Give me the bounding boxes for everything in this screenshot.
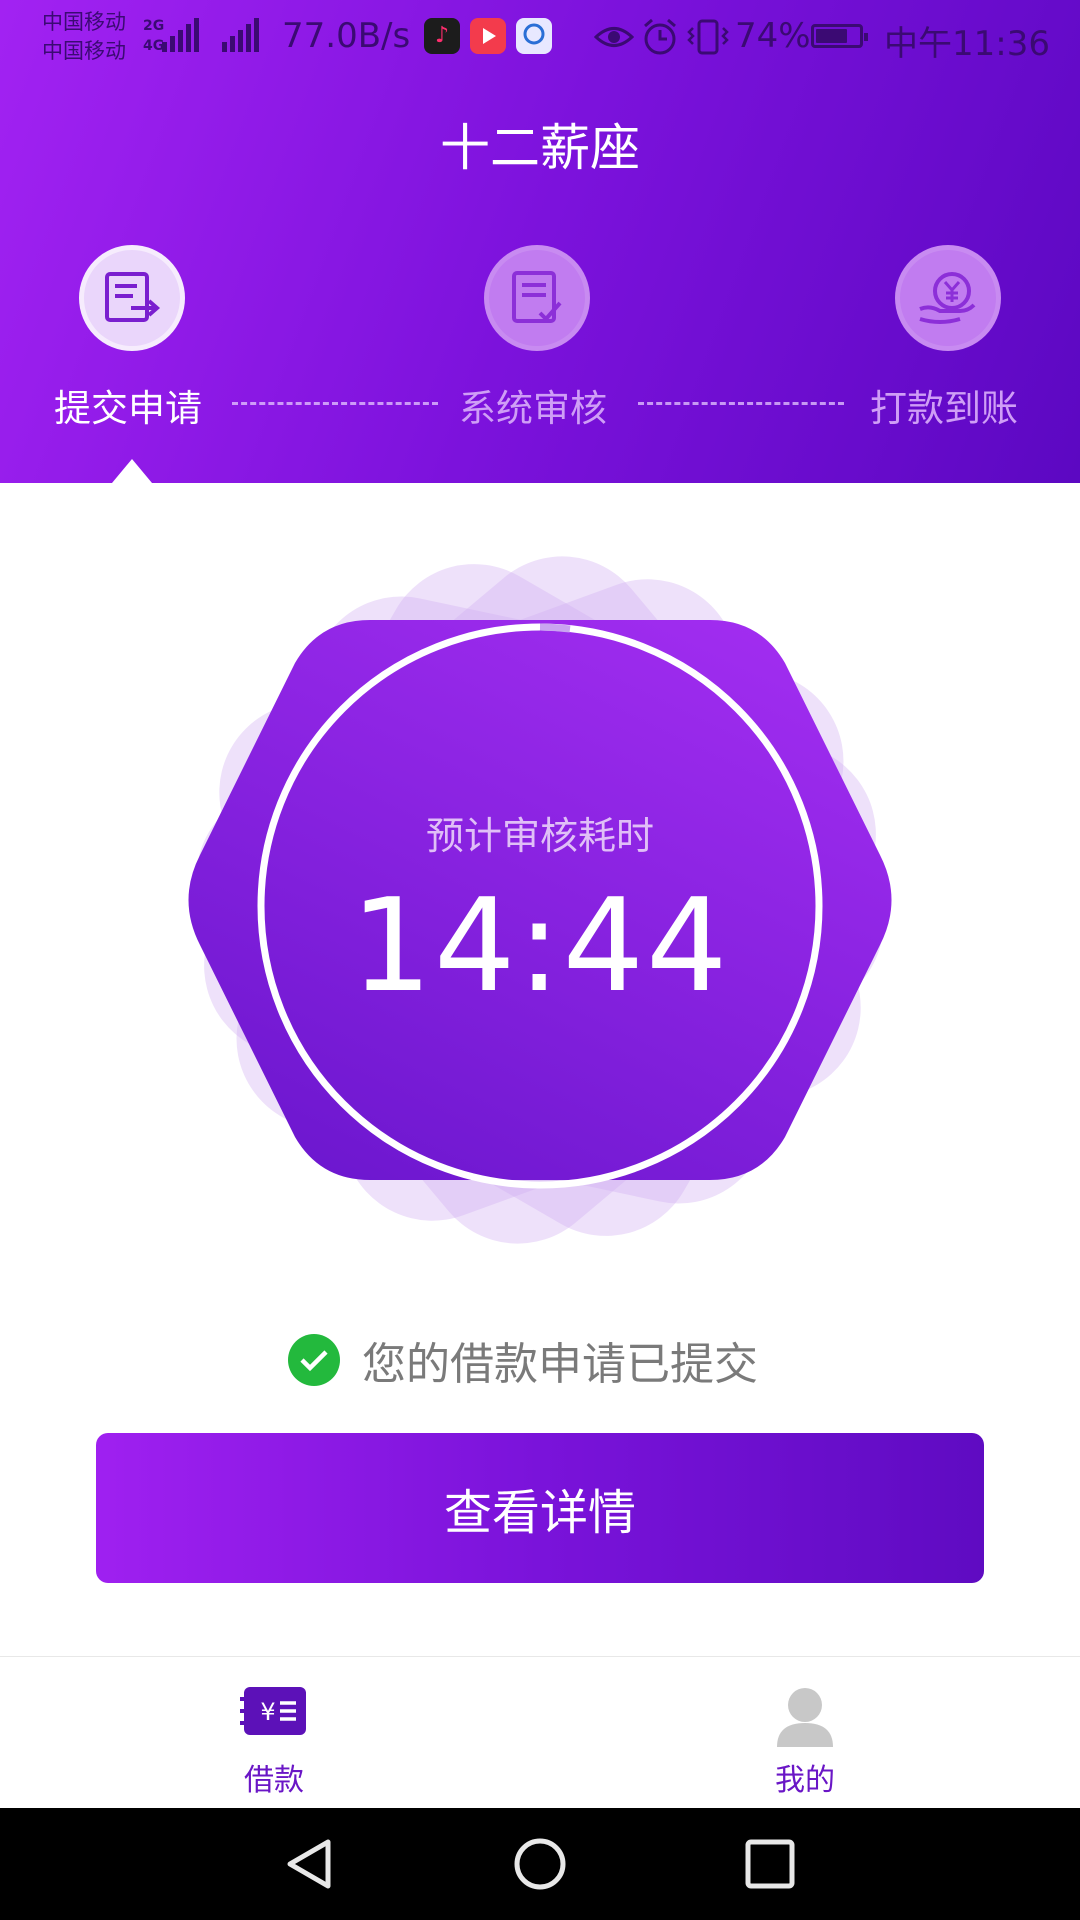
svg-text:¥: ¥: [260, 1698, 275, 1726]
battery-percent: 74%: [735, 16, 811, 56]
net-speed: 77.0B/s: [282, 16, 411, 56]
timer-value: 14:44: [350, 872, 730, 1021]
eye-care-icon: [594, 27, 634, 47]
step-connector-2: [638, 402, 844, 405]
submit-status-text: 您的借款申请已提交: [362, 1339, 758, 1390]
person-icon: [777, 1688, 833, 1747]
timer-progress-gap: [539, 623, 571, 633]
timer-label: 预计审核耗时: [425, 814, 654, 858]
carrier-names: 中国移动 中国移动: [42, 8, 126, 66]
signal-icon-2: [222, 18, 259, 52]
step-label-submit: 提交申请: [54, 387, 202, 430]
step-label-review: 系统审核: [459, 387, 607, 430]
check-circle-icon: [288, 1334, 340, 1386]
header: 中国移动 中国移动 2G 4G 77.0B/s ♪ 74% 中午11:36 十二…: [0, 0, 1080, 483]
step-connector-1: [232, 402, 438, 405]
signal-icon: [162, 18, 199, 52]
battery-icon: [811, 24, 868, 48]
step-payout-icon-circle: [895, 245, 1001, 351]
active-step-pointer: [112, 459, 152, 483]
nav-label-loan: 借款: [244, 1763, 304, 1798]
view-details-button[interactable]: 查看详情: [96, 1433, 984, 1583]
battery-tip: [864, 33, 868, 41]
money-hand-icon: [919, 272, 976, 324]
system-nav-bar: [0, 1808, 1080, 1920]
home-icon[interactable]: [512, 1836, 568, 1892]
recents-icon[interactable]: [742, 1836, 798, 1892]
document-submit-icon: [105, 272, 161, 322]
nav-label-mine: 我的: [775, 1763, 835, 1798]
step-submit-icon-circle: [79, 245, 185, 351]
submit-status: 您的借款申请已提交: [288, 1332, 758, 1390]
document-review-icon: [512, 271, 562, 323]
video-app-icon: [470, 18, 506, 54]
battery-fill: [816, 29, 847, 43]
loan-card-icon: ¥: [240, 1687, 306, 1735]
clock: 中午11:36: [884, 24, 1050, 64]
china-mobile-app-icon: [516, 18, 552, 54]
vibrate-icon: [687, 19, 729, 55]
carrier-1: 中国移动: [42, 10, 126, 34]
carrier-2: 中国移动: [42, 39, 126, 63]
back-icon[interactable]: [282, 1836, 338, 1892]
status-bar: 中国移动 中国移动 2G 4G 77.0B/s ♪ 74% 中午11:36: [0, 0, 1080, 76]
alarm-icon: [644, 18, 676, 55]
tiktok-app-icon: ♪: [424, 18, 460, 54]
page-title: 十二薪座: [440, 119, 640, 177]
step-label-payout: 打款到账: [870, 387, 1018, 430]
nav-item-mine[interactable]: 我的: [705, 1657, 905, 1809]
bottom-nav: ¥ 借款 我的: [0, 1656, 1080, 1809]
nav-item-loan[interactable]: ¥ 借款: [174, 1657, 374, 1809]
step-review-icon-circle: [484, 245, 590, 351]
